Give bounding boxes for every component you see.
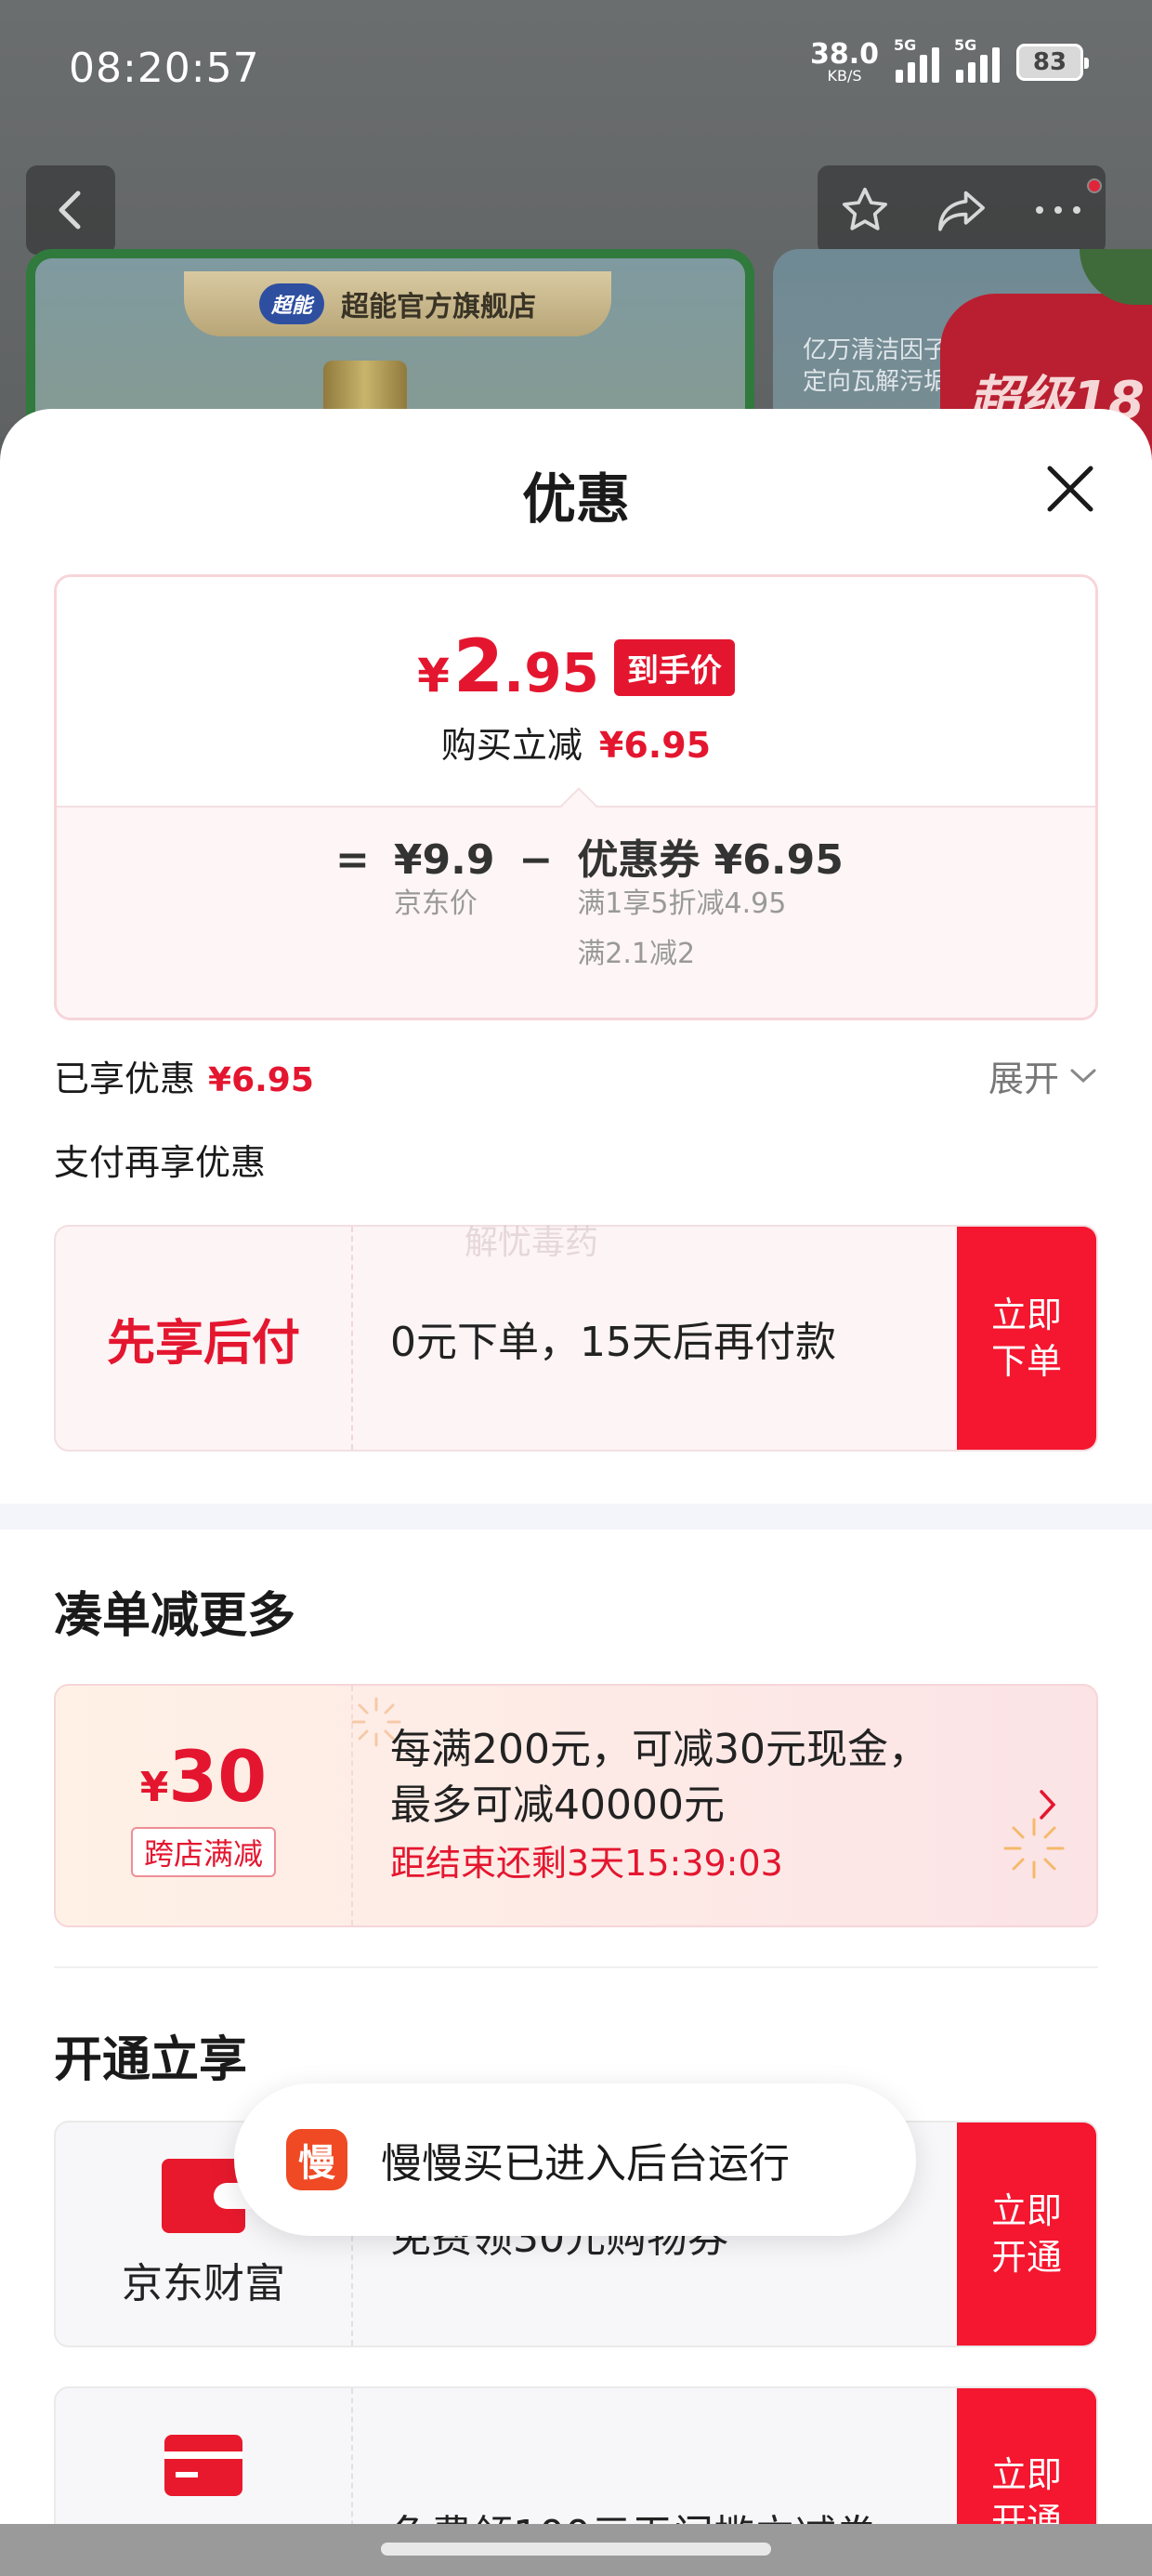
open-now-button[interactable]: 立即 开通: [957, 2123, 1096, 2346]
pay-section-title: 支付再享优惠: [54, 1142, 267, 1183]
sparkle-decoration: [1003, 1818, 1065, 1879]
minus-sign: −: [518, 836, 554, 884]
open-section-title: 开通立享: [54, 2032, 248, 2088]
signal-icon-sim1: 5G: [894, 36, 939, 83]
equals-sign: =: [335, 836, 370, 884]
bnpl-name: 先享后付: [106, 1315, 300, 1372]
jd-price-column: ¥9.9 京东价: [394, 835, 495, 973]
jd-price-label: 京东价: [393, 887, 478, 920]
close-icon[interactable]: [1041, 459, 1100, 519]
instant-reduce-amount: ¥6.95: [598, 725, 712, 766]
store-logo: 超能: [259, 283, 324, 324]
price-formula-section: = ¥9.9 京东价 − 优惠券 ¥6.95 满1享5折减4.95 满2.1减2: [57, 806, 1095, 1018]
home-indicator[interactable]: [381, 2543, 771, 2556]
network-speed: 38.0 KB/S: [810, 41, 879, 84]
instant-reduce-label: 购买立减: [440, 725, 583, 766]
top-toolbar: [818, 165, 1106, 255]
sparkle-decoration: [351, 1697, 401, 1747]
price-formula: = ¥9.9 京东价 − 优惠券 ¥6.95 满1享5折减4.95 满2.1减2: [335, 835, 844, 973]
status-bar: 08:20:57 38.0 KB/S 5G 5G 83: [0, 0, 1152, 139]
sheet-title: 优惠: [521, 467, 630, 531]
price-breakdown-card: ¥ 2 .95 到手价 购买立减 ¥6.95 = ¥9.9 京东价 − 优惠券 …: [54, 574, 1098, 1020]
enjoyed-label: 已享优惠: [54, 1058, 196, 1099]
divider-line: [54, 1966, 1098, 1968]
gesture-nav-bar: [0, 2524, 1152, 2576]
coupon-rule-2: 满2.1减2: [577, 938, 696, 970]
jd-price: ¥9.9: [393, 836, 495, 884]
discount-rule-line1: 每满200元，可减30元现金，: [390, 1726, 929, 1773]
app-icon: 慢: [286, 2129, 347, 2190]
signal-icon-sim2: 5G: [954, 36, 1000, 83]
star-icon[interactable]: [839, 184, 891, 236]
more-icon[interactable]: [1032, 201, 1084, 219]
instant-reduce: 购买立减 ¥6.95: [57, 716, 1095, 768]
watermark-text: 解忧毒药: [465, 1224, 599, 1262]
toast-message: 慢慢买已进入后台运行: [381, 2140, 790, 2188]
wallet-icon: [162, 2159, 251, 2233]
enjoyed-discount-row: 已享优惠 ¥6.95 展开: [54, 1050, 1098, 1101]
final-price-tag: 到手价: [613, 638, 735, 696]
credit-card-icon: [164, 2435, 242, 2496]
store-name: 超能官方旗舰店: [341, 291, 536, 323]
final-price-section: ¥ 2 .95 到手价 购买立减 ¥6.95: [57, 577, 1095, 808]
order-now-button[interactable]: 立即 下单: [957, 1227, 1096, 1450]
coupon-rule-1: 满1享5折减4.95: [577, 887, 787, 920]
final-price: ¥ 2 .95: [417, 625, 599, 709]
expand-label: 展开: [988, 1058, 1059, 1099]
store-banner: 超能 超能官方旗舰店: [184, 271, 611, 336]
promo-text: 亿万清洁因子 定向瓦解污垢: [803, 336, 949, 396]
notification-dot: [1087, 178, 1102, 193]
share-icon[interactable]: [934, 184, 989, 236]
coupon-amount: 优惠券 ¥6.95: [577, 836, 844, 884]
expand-button[interactable]: 展开: [988, 1050, 1098, 1101]
background-running-toast: 慢 慢慢买已进入后台运行: [234, 2083, 916, 2236]
enjoyed-amount: ¥6.95: [208, 1061, 314, 1099]
section-divider: [0, 1504, 1152, 1530]
status-time: 08:20:57: [69, 45, 260, 92]
chevron-left-icon: [59, 191, 81, 230]
discount-amount: ¥ 30: [139, 1734, 268, 1818]
discount-type-chip: 跨店满减: [130, 1826, 276, 1877]
discount-rule-line2: 最多可减40000元: [390, 1781, 725, 1829]
chevron-down-icon: [1070, 1069, 1096, 1083]
jd-wealth-name: 京东财富: [122, 2260, 285, 2307]
chevron-right-icon: [1040, 1790, 1056, 1820]
network-speed-unit: KB/S: [827, 67, 862, 85]
bnpl-description: 0元下单，15天后再付款: [390, 1319, 836, 1366]
back-button[interactable]: [26, 165, 115, 255]
cross-store-discount-card[interactable]: ¥ 30 跨店满减 每满200元，可减30元现金， 最多可减40000元 距结束…: [54, 1684, 1098, 1927]
status-indicators: 38.0 KB/S 5G 5G 83: [810, 36, 1089, 84]
bundle-section-title: 凑单减更多: [54, 1588, 296, 1644]
coupon-column: 优惠券 ¥6.95 满1享5折减4.95 满2.1减2: [577, 835, 844, 973]
battery-icon: 83: [1016, 44, 1089, 81]
discount-sheet: 优惠 ¥ 2 .95 到手价 购买立减 ¥6.95 = ¥9.9 京东价 − 优…: [0, 409, 1152, 2576]
network-speed-value: 38.0: [809, 38, 879, 71]
countdown-text: 距结束还剩3天15:39:03: [390, 1843, 783, 1884]
